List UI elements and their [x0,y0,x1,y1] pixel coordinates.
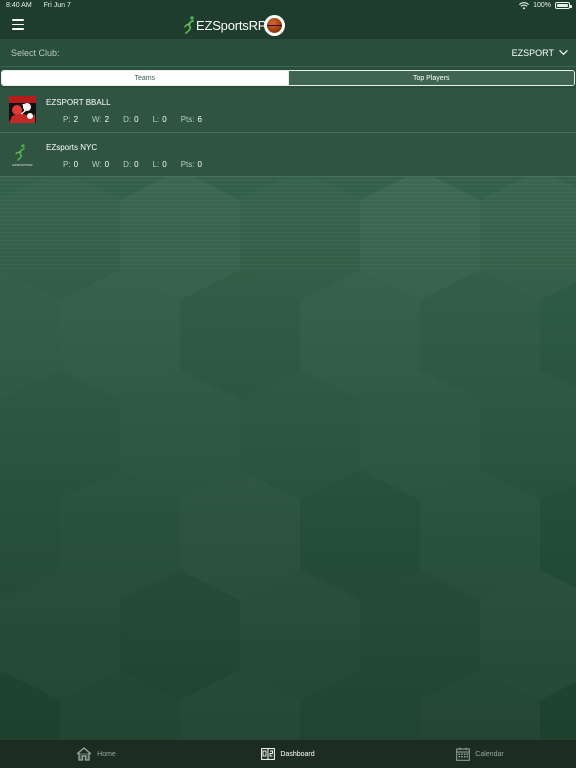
app-name: EZSportsRP [196,17,267,33]
app-logo: EZSportsRP [184,15,266,35]
status-bar: 8:40 AM Fri Jun 7 100% [0,0,576,11]
team-stats: P: 2 W: 2 D: 0 L: 0 Pts: 6 [63,115,216,124]
club-selector-row: Select Club: EZSPORT [0,39,576,67]
app-header: EZSportsRP [0,11,576,39]
stat-played: P: 0 [63,160,79,169]
nav-dashboard-label: Dashboard [280,750,315,758]
club-label: Select Club: [11,47,60,58]
nav-home-label: Home [97,750,116,758]
nav-dashboard[interactable]: Dashboard [192,740,384,768]
status-right: 100% [519,1,572,10]
stat-won: W: 0 [92,160,110,169]
nav-calendar-label: Calendar [475,750,504,758]
battery-percent: 100% [533,2,551,9]
team-name: EZsports NYC [46,143,98,152]
club-value: EZSPORT [511,47,554,58]
stat-won: W: 2 [92,115,110,124]
stat-drawn: D: 0 [123,160,139,169]
svg-text:EZSPORTSRP: EZSPORTSRP [12,163,32,167]
stripe-texture [0,180,576,270]
club-dropdown[interactable]: EZSPORT [512,48,568,58]
nav-home[interactable]: Home [0,740,192,768]
basketball-icon[interactable] [264,15,285,36]
battery-icon [555,2,572,9]
hamburger-icon [12,19,24,21]
status-time: 8:40 AM [6,2,32,9]
menu-button[interactable] [12,19,24,30]
status-date: Fri Jun 7 [43,2,71,9]
stat-lost: L: 0 [152,115,167,124]
stat-points: Pts: 0 [180,160,202,169]
segment-wrapper: Teams Top Players [0,67,576,88]
wifi-icon [519,1,530,9]
stat-drawn: D: 0 [123,115,139,124]
stat-played: P: 2 [63,115,79,124]
stat-lost: L: 0 [152,160,167,169]
team-row[interactable]: EZSPORTSRP EZsports NYC P: 0 W: 0 D: 0 L: 0 … [0,133,576,177]
team-name: EZSPORT BBALL [46,98,111,107]
home-icon [76,747,92,761]
team-row[interactable]: EZSPORT BBALL P: 2 W: 2 D: 0 L: 0 Pts: 6 [0,88,576,133]
team-logo-nyc: EZSPORTSRP [12,144,33,167]
nav-calendar[interactable]: Calendar [384,740,576,768]
team-logo-bball [9,96,36,123]
runner-logo-icon [184,16,194,34]
team-list: EZSPORT BBALL P: 2 W: 2 D: 0 L: 0 Pts: 6 EZSP… [0,88,576,177]
bottom-tab-bar: Home Dashboard Calendar [0,739,576,768]
tab-teams[interactable]: Teams [2,71,288,85]
status-left: 8:40 AM Fri Jun 7 [6,2,81,9]
app-root: 8:40 AM Fri Jun 7 100% EZSportsRP Select… [0,0,576,177]
team-stats: P: 0 W: 0 D: 0 L: 0 Pts: 0 [63,160,216,169]
tab-top-players[interactable]: Top Players [287,71,574,85]
scoreboard-icon [261,748,276,760]
calendar-icon [456,747,471,761]
segmented-control: Teams Top Players [1,70,575,86]
stat-points: Pts: 6 [180,115,202,124]
chevron-down-icon [559,50,568,56]
